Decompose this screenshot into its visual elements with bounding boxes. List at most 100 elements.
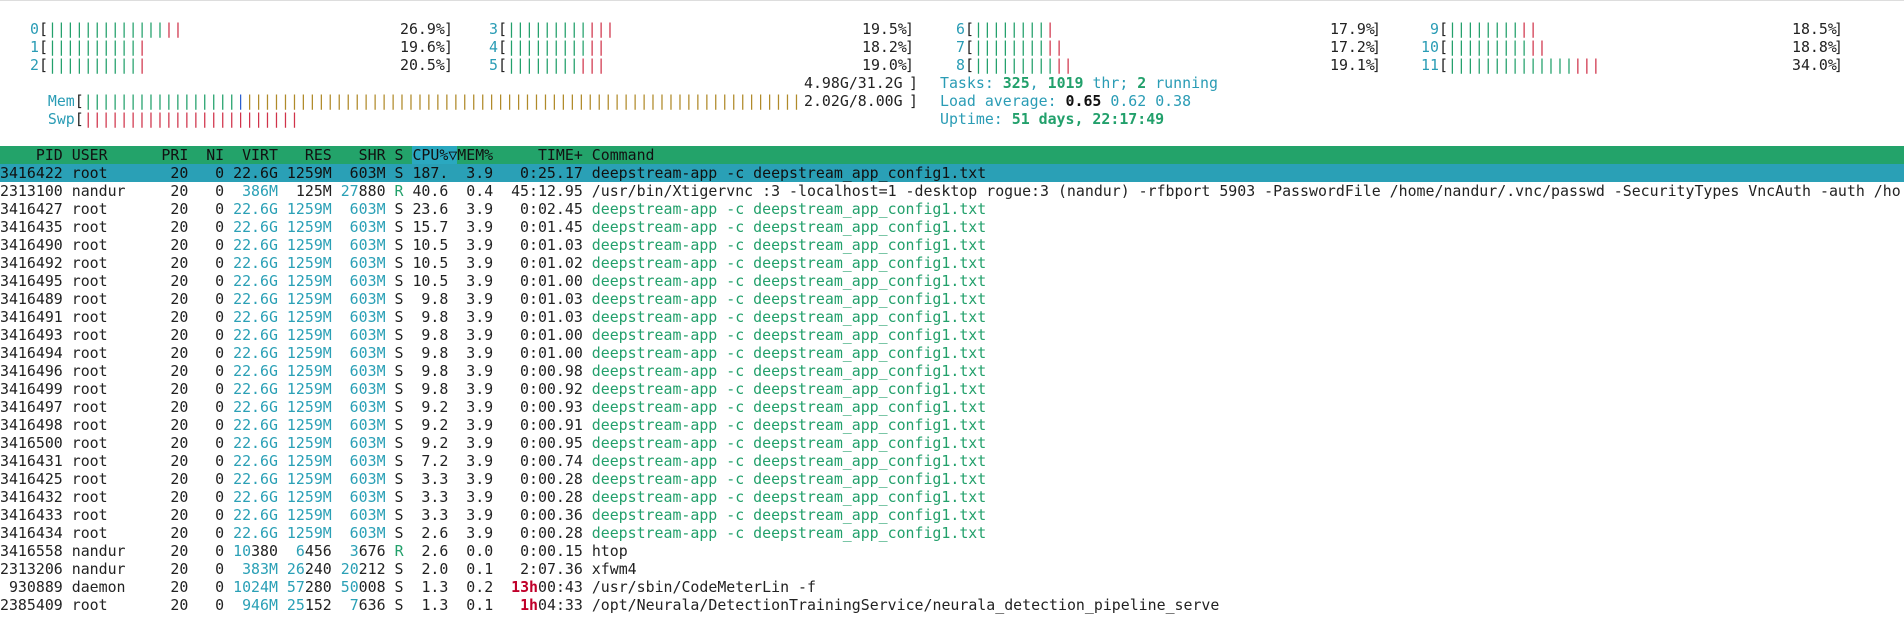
process-row[interactable]: 930889 daemon 20 0 1024M 57280 50008 S 1… xyxy=(0,578,1904,596)
process-row[interactable]: 3416432 root 20 0 22.6G 1259M 603M S 3.3… xyxy=(0,488,1904,506)
column-mem[interactable]: MEM% xyxy=(457,146,502,164)
mem-cell: 0.0 xyxy=(457,542,503,560)
htop-terminal[interactable]: 0[||||||||||||||| 26.9%] 1[||||||||||| 19.6… xyxy=(0,0,1904,618)
column-headers[interactable]: PID USER PRI NI VIRT RES SHR S CPU%▽MEM%… xyxy=(0,146,1904,164)
res-cell: 1259M xyxy=(286,254,332,272)
cpu-bar-user: |||||||| xyxy=(973,38,1046,56)
process-row[interactable]: 3416433 root 20 0 22.6G 1259M 603M S 3.3… xyxy=(0,506,1904,524)
column-state[interactable]: S xyxy=(395,146,413,164)
process-row[interactable]: 3416492 root 20 0 22.6G 1259M 603M S 10.… xyxy=(0,254,1904,272)
load-5min: 0.62 xyxy=(1110,92,1147,110)
virt-cell: 22.6G xyxy=(233,470,278,488)
command-cell: deepstream-app -c deepstream_app_config1… xyxy=(591,434,987,452)
pid-cell: 3416422 xyxy=(0,164,72,182)
virt-cell: 22.6G xyxy=(233,200,278,218)
process-row[interactable]: 2385409 root 20 0 946M 25152 7636 S 1.3 … xyxy=(0,596,1904,614)
time-cell: 0:01.03 xyxy=(502,290,583,308)
shr-cell: 603M xyxy=(340,236,386,254)
cpu-bar-system: ||| xyxy=(1573,56,1601,74)
cpu-bar-system: | xyxy=(137,56,147,74)
state-cell: S xyxy=(394,578,413,596)
cpu-cell: 40.6 xyxy=(412,182,458,200)
process-row[interactable]: 2313100 nandur 20 0 386M 125M 27880 R 40… xyxy=(0,182,1904,200)
res-cell: 1259M xyxy=(286,164,332,182)
cpu-meter-6: 6[||||||||| xyxy=(956,20,1055,38)
column-pri[interactable]: PRI xyxy=(152,146,197,164)
column-res[interactable]: RES xyxy=(287,146,341,164)
pid-cell: 3416427 xyxy=(0,200,72,218)
ni-cell: 0 xyxy=(197,164,234,182)
pid-cell: 2385409 xyxy=(0,596,72,614)
user-cell: root xyxy=(71,344,153,362)
process-row[interactable]: 3416434 root 20 0 22.6G 1259M 603M S 2.6… xyxy=(0,524,1904,542)
process-row[interactable]: 3416496 root 20 0 22.6G 1259M 603M S 9.8… xyxy=(0,362,1904,380)
process-row[interactable]: 3416500 root 20 0 22.6G 1259M 603M S 9.2… xyxy=(0,434,1904,452)
process-row[interactable]: 3416493 root 20 0 22.6G 1259M 603M S 9.8… xyxy=(0,326,1904,344)
cpu-cell: 1.3 xyxy=(412,596,458,614)
pri-cell: 20 xyxy=(152,236,198,254)
cpu-bar-user: |||||||| xyxy=(973,20,1046,38)
time-cell: 0:00.91 xyxy=(502,416,583,434)
process-row[interactable]: 3416499 root 20 0 22.6G 1259M 603M S 9.8… xyxy=(0,380,1904,398)
process-row[interactable]: 3416435 root 20 0 22.6G 1259M 603M S 15.… xyxy=(0,218,1904,236)
process-row[interactable]: 2313206 nandur 20 0 383M 26240 20212 S 2… xyxy=(0,560,1904,578)
process-row[interactable]: 3416494 root 20 0 22.6G 1259M 603M S 9.8… xyxy=(0,344,1904,362)
ni-cell: 0 xyxy=(197,578,234,596)
ni-cell: 0 xyxy=(197,308,234,326)
user-cell: daemon xyxy=(71,578,153,596)
cpu-bar-system: ||| xyxy=(578,56,606,74)
column-pid[interactable]: PID xyxy=(0,146,72,164)
pri-cell: 20 xyxy=(152,452,198,470)
virt-cell: 22.6G xyxy=(233,254,278,272)
command-cell: deepstream-app -c deepstream_app_config1… xyxy=(591,398,987,416)
column-command[interactable]: Command xyxy=(592,146,655,164)
column-virt[interactable]: VIRT xyxy=(233,146,287,164)
process-row[interactable]: 3416497 root 20 0 22.6G 1259M 603M S 9.2… xyxy=(0,398,1904,416)
pid-cell: 3416500 xyxy=(0,434,72,452)
process-row[interactable]: 3416491 root 20 0 22.6G 1259M 603M S 9.8… xyxy=(0,308,1904,326)
column-user[interactable]: USER xyxy=(72,146,153,164)
process-row[interactable]: 3416558 nandur 20 0 10380 6456 3676 R 2.… xyxy=(0,542,1904,560)
user-cell: root xyxy=(71,164,153,182)
pid-cell: 3416497 xyxy=(0,398,72,416)
window-top-border xyxy=(0,0,1904,1)
cpu-cell: 9.2 xyxy=(412,416,458,434)
column-cpu-sorted[interactable]: CPU%▽ xyxy=(412,146,458,164)
cpu-meter-4: 4[||||||||||| xyxy=(489,38,606,56)
process-row[interactable]: 3416490 root 20 0 22.6G 1259M 603M S 10.… xyxy=(0,236,1904,254)
virt-cell: 22.6G xyxy=(233,326,278,344)
cpu-meter-8: 8[||||||||||| xyxy=(956,56,1073,74)
state-cell: S xyxy=(394,416,413,434)
process-row[interactable]: 3416498 root 20 0 22.6G 1259M 603M S 9.2… xyxy=(0,416,1904,434)
process-row[interactable]: 3416489 root 20 0 22.6G 1259M 603M S 9.8… xyxy=(0,290,1904,308)
cpu-cell: 10.5 xyxy=(412,236,458,254)
pri-cell: 20 xyxy=(152,362,198,380)
swp-bar: |||||||||||||||||||||||| xyxy=(83,110,299,128)
command-cell: deepstream-app -c deepstream_app_config1… xyxy=(591,308,987,326)
command-cell: deepstream-app -c deepstream_app_config1… xyxy=(591,524,987,542)
time-cell: 0:01.00 xyxy=(502,272,583,290)
cpu-cell: 9.8 xyxy=(412,362,458,380)
mem-cell: 3.9 xyxy=(457,398,503,416)
cpu-cell: 23.6 xyxy=(412,200,458,218)
virt-cell: 22.6G xyxy=(233,524,278,542)
time-cell: 0:01.45 xyxy=(502,218,583,236)
shr-cell: 3676 xyxy=(340,542,386,560)
cpu-id-label: 10 xyxy=(1421,38,1439,56)
process-row[interactable]: 3416427 root 20 0 22.6G 1259M 603M S 23.… xyxy=(0,200,1904,218)
time-cell: 2:07.36 xyxy=(502,560,583,578)
column-shr[interactable]: SHR xyxy=(341,146,395,164)
res-cell: 1259M xyxy=(286,452,332,470)
column-time[interactable]: TIME+ xyxy=(502,146,592,164)
mem-cell: 3.9 xyxy=(457,308,503,326)
ni-cell: 0 xyxy=(197,416,234,434)
process-row[interactable]: 3416422 root 20 0 22.6G 1259M 603M S 187… xyxy=(0,164,1904,182)
virt-cell: 22.6G xyxy=(233,218,278,236)
cpu-percent: 18.8% xyxy=(1792,38,1837,56)
user-cell: nandur xyxy=(71,560,153,578)
process-row[interactable]: 3416431 root 20 0 22.6G 1259M 603M S 7.2… xyxy=(0,452,1904,470)
column-ni[interactable]: NI xyxy=(197,146,233,164)
process-row[interactable]: 3416495 root 20 0 22.6G 1259M 603M S 10.… xyxy=(0,272,1904,290)
process-row[interactable]: 3416425 root 20 0 22.6G 1259M 603M S 3.3… xyxy=(0,470,1904,488)
cpu-cell: 9.8 xyxy=(412,344,458,362)
